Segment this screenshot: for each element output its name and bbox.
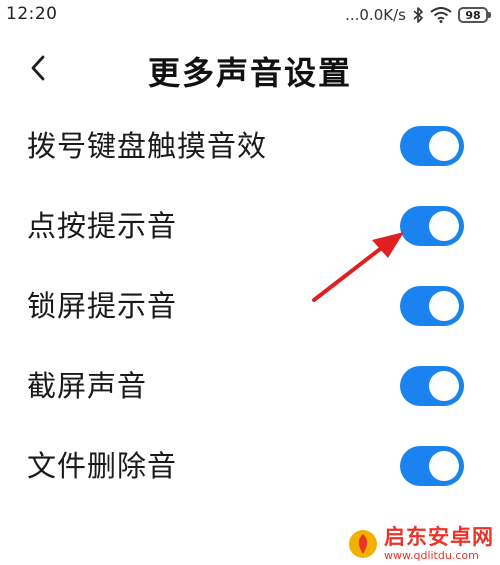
wifi-icon bbox=[430, 7, 452, 23]
screenshot-sound-toggle[interactable] bbox=[400, 366, 464, 406]
status-time: 12:20 bbox=[6, 4, 58, 24]
network-speed: ...0.0K/s bbox=[345, 6, 406, 24]
header: 更多声音设置 bbox=[0, 40, 500, 100]
setting-row-tap-sound[interactable]: 点按提示音 bbox=[0, 186, 500, 266]
file-delete-sound-toggle[interactable] bbox=[400, 446, 464, 486]
setting-label: 截屏声音 bbox=[27, 369, 148, 403]
status-icons: ...0.0K/s 98 bbox=[345, 4, 491, 26]
watermark-title: 启东安卓网 bbox=[384, 525, 494, 549]
tap-sound-toggle[interactable] bbox=[400, 206, 464, 246]
toggle-knob bbox=[429, 131, 459, 161]
screen: 12:20 ...0.0K/s 98 更多声音设置 拨号键盘触摸音效 点按提示音… bbox=[0, 0, 500, 565]
watermark-url: www.qdlitdu.com bbox=[384, 549, 479, 562]
setting-label: 锁屏提示音 bbox=[27, 289, 178, 323]
battery-icon: 98 bbox=[458, 7, 491, 23]
setting-label: 文件删除音 bbox=[27, 449, 178, 483]
watermark: 启东安卓网 www.qdlitdu.com bbox=[348, 527, 494, 561]
status-bar: 12:20 ...0.0K/s 98 bbox=[0, 0, 500, 32]
toggle-knob bbox=[429, 371, 459, 401]
dialpad-touch-sound-toggle[interactable] bbox=[400, 126, 464, 166]
watermark-text: 启东安卓网 www.qdlitdu.com bbox=[384, 525, 494, 562]
settings-list: 拨号键盘触摸音效 点按提示音 锁屏提示音 截屏声音 文件删除音 bbox=[0, 106, 500, 506]
setting-label: 拨号键盘触摸音效 bbox=[27, 129, 268, 163]
toggle-knob bbox=[429, 451, 459, 481]
setting-row-screenshot-sound[interactable]: 截屏声音 bbox=[0, 346, 500, 426]
lock-screen-sound-toggle[interactable] bbox=[400, 286, 464, 326]
page-title: 更多声音设置 bbox=[147, 54, 352, 92]
watermark-logo-icon bbox=[349, 530, 377, 558]
toggle-knob bbox=[429, 291, 459, 321]
setting-row-dialpad-touch-sound[interactable]: 拨号键盘触摸音效 bbox=[0, 106, 500, 186]
toggle-knob bbox=[429, 211, 459, 241]
bluetooth-icon bbox=[412, 6, 424, 24]
setting-row-file-delete-sound[interactable]: 文件删除音 bbox=[0, 426, 500, 506]
setting-label: 点按提示音 bbox=[27, 209, 178, 243]
setting-row-lock-screen-sound[interactable]: 锁屏提示音 bbox=[0, 266, 500, 346]
